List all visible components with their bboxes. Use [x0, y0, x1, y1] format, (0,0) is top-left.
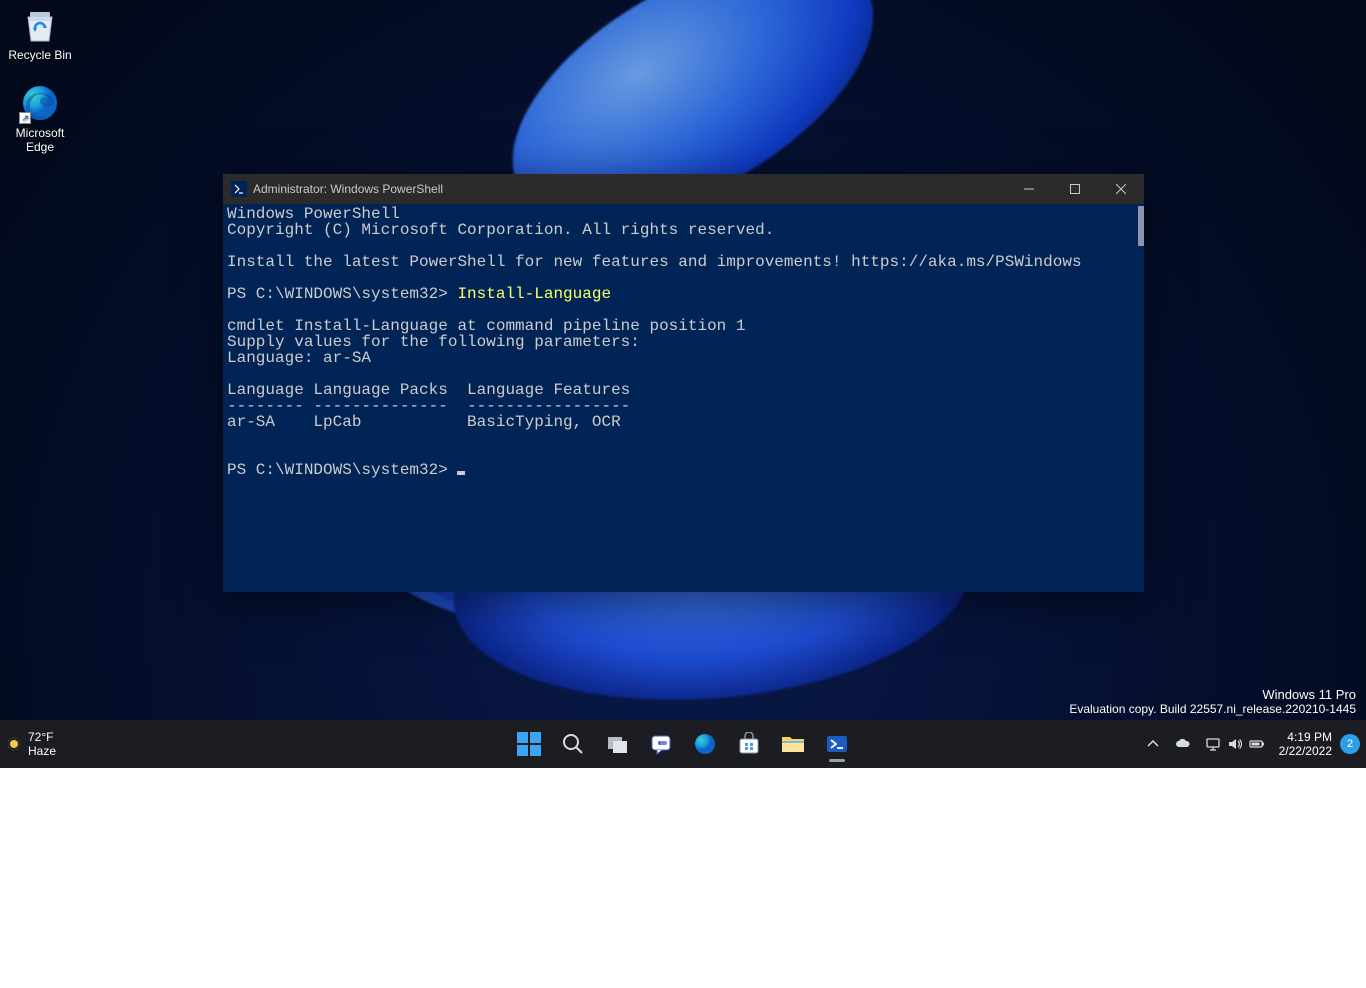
system-tray[interactable]	[1199, 724, 1271, 764]
explorer-button[interactable]	[773, 724, 813, 764]
recycle-bin-label: Recycle Bin	[8, 48, 71, 62]
edge-icon[interactable]: ↗ Microsoft Edge	[4, 82, 76, 154]
console-line: ar-SA LpCab BasicTyping, OCR	[227, 413, 621, 431]
scrollbar[interactable]	[1128, 204, 1144, 592]
notification-badge[interactable]: 2	[1340, 734, 1360, 754]
console-prompt: PS C:\WINDOWS\system32>	[227, 461, 457, 479]
maximize-button[interactable]	[1052, 174, 1098, 204]
console-command: Install-Language	[457, 285, 611, 303]
battery-icon	[1249, 736, 1265, 752]
titlebar[interactable]: Administrator: Windows PowerShell	[223, 174, 1144, 204]
network-icon	[1205, 736, 1221, 752]
clock-date: 2/22/2022	[1279, 744, 1332, 758]
taskbar-center	[509, 720, 857, 768]
sun-icon	[6, 736, 22, 752]
watermark-edition: Windows 11 Pro	[1069, 687, 1356, 702]
watermark-build: Evaluation copy. Build 22557.ni_release.…	[1069, 702, 1356, 716]
desktop[interactable]: Recycle Bin ↗ Microsoft Edge	[0, 0, 1366, 768]
edge-icon	[693, 732, 717, 756]
search-icon	[561, 732, 585, 756]
powershell-window[interactable]: Administrator: Windows PowerShell Window…	[223, 174, 1144, 592]
recycle-bin-glyph	[20, 5, 60, 45]
onedrive-tray-icon[interactable]	[1169, 724, 1197, 764]
console-line: Language: ar-SA	[227, 349, 371, 367]
volume-icon	[1227, 736, 1243, 752]
task-view-button[interactable]	[597, 724, 637, 764]
console-prompt: PS C:\WINDOWS\system32>	[227, 285, 457, 303]
clock[interactable]: 4:19 PM 2/22/2022	[1273, 724, 1338, 764]
window-title: Administrator: Windows PowerShell	[253, 182, 443, 196]
task-view-icon	[605, 732, 629, 756]
scrollbar-thumb[interactable]	[1138, 206, 1144, 246]
cloud-icon	[1175, 736, 1191, 752]
chevron-up-icon	[1145, 736, 1161, 752]
start-button[interactable]	[509, 724, 549, 764]
console-area[interactable]: Windows PowerShell Copyright (C) Microso…	[223, 204, 1144, 592]
console-line: Install the latest PowerShell for new fe…	[227, 253, 1082, 271]
console-line: Copyright (C) Microsoft Corporation. All…	[227, 221, 774, 239]
weather-widget[interactable]: 72°F Haze	[0, 724, 62, 764]
windows-logo-icon	[517, 732, 541, 756]
chat-icon	[649, 732, 673, 756]
weather-temp: 72°F	[28, 730, 56, 744]
clock-time: 4:19 PM	[1279, 730, 1332, 744]
tray-overflow-button[interactable]	[1139, 724, 1167, 764]
store-button[interactable]	[729, 724, 769, 764]
cursor-icon	[457, 471, 465, 475]
taskbar-right: 4:19 PM 2/22/2022 2	[1139, 720, 1366, 768]
recycle-bin-icon[interactable]: Recycle Bin	[4, 4, 76, 62]
powershell-taskbar-icon	[825, 732, 849, 756]
close-button[interactable]	[1098, 174, 1144, 204]
weather-cond: Haze	[28, 744, 56, 758]
folder-icon	[781, 732, 805, 756]
taskbar: 72°F Haze	[0, 720, 1366, 768]
windows-watermark: Windows 11 Pro Evaluation copy. Build 22…	[1069, 687, 1356, 716]
chat-button[interactable]	[641, 724, 681, 764]
shortcut-arrow-icon: ↗	[19, 112, 31, 124]
search-button[interactable]	[553, 724, 593, 764]
edge-taskbar-button[interactable]	[685, 724, 725, 764]
store-icon	[737, 732, 761, 756]
edge-label: Microsoft Edge	[16, 126, 65, 154]
minimize-button[interactable]	[1006, 174, 1052, 204]
powershell-taskbar-button[interactable]	[817, 724, 857, 764]
desktop-icons: Recycle Bin ↗ Microsoft Edge	[4, 4, 76, 154]
powershell-icon	[231, 181, 247, 197]
